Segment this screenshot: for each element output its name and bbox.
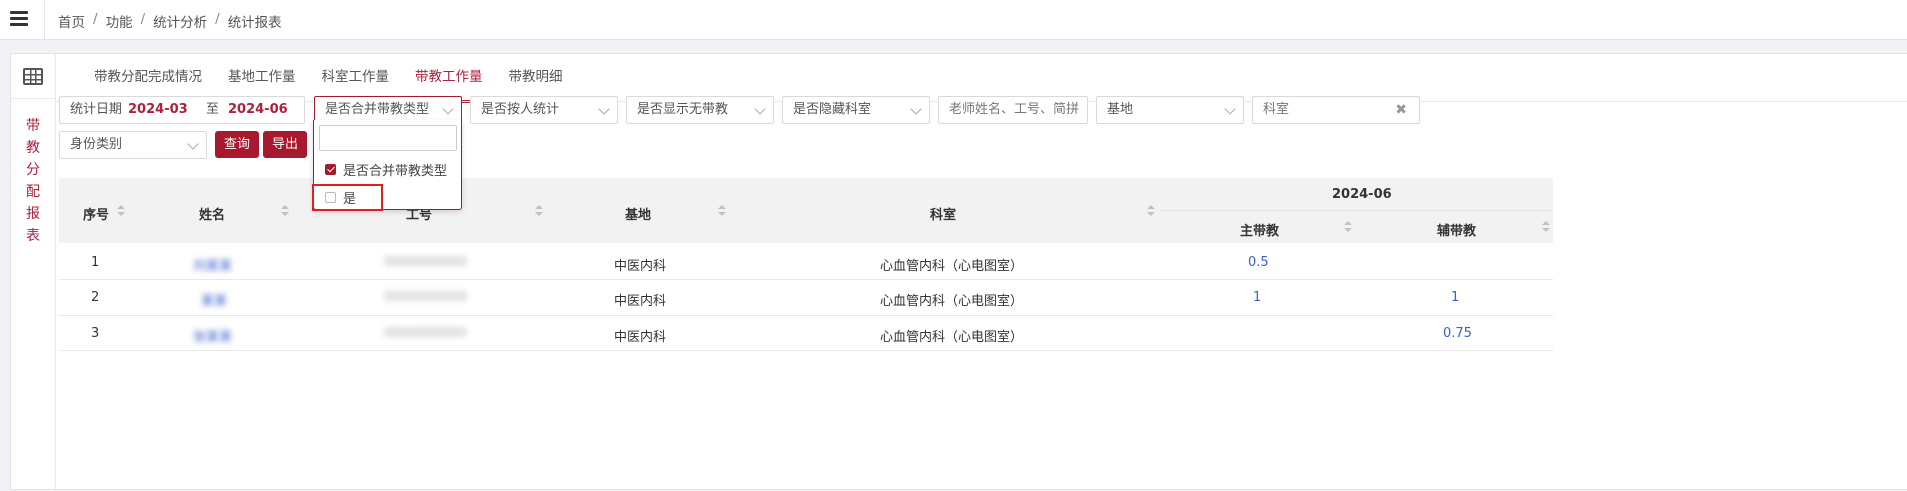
breadcrumb-function[interactable]: 功能 <box>106 11 133 31</box>
dropdown-search-input[interactable] <box>319 125 457 151</box>
cell-base: 中医内科 <box>614 259 667 274</box>
column-header-aux[interactable]: 辅带教 <box>1437 220 1476 239</box>
breadcrumb-separator: / <box>93 11 98 27</box>
merge-type-select-label: 是否合并带教类型 <box>325 102 430 117</box>
hide-dept-select[interactable]: 是否隐藏科室 <box>782 96 930 124</box>
sidebar-divider <box>11 98 56 99</box>
cell-seq: 1 <box>91 255 100 270</box>
hamburger-menu-icon[interactable] <box>10 11 28 27</box>
cell-base: 中医内科 <box>614 330 667 345</box>
teacher-search-placeholder: 老师姓名、工号、简拼 <box>949 102 1080 117</box>
chevron-down-icon <box>442 103 454 115</box>
dropdown-option[interactable]: 是否合并带教类型 <box>325 160 447 179</box>
export-button[interactable]: 导出 <box>263 131 307 158</box>
sort-icon[interactable] <box>1344 221 1352 233</box>
tab-teaching-workload[interactable]: 带教工作量 <box>402 54 496 103</box>
topbar-divider <box>44 0 45 40</box>
breadcrumb: 首页 / 功能 / 统计分析 / 统计报表 <box>58 11 282 31</box>
hide-dept-select-label: 是否隐藏科室 <box>793 102 872 117</box>
date-range-separator: 至 <box>206 102 220 117</box>
cell-main[interactable]: 0.5 <box>1248 255 1269 270</box>
cell-base: 中医内科 <box>614 294 667 309</box>
cell-seq: 3 <box>91 326 100 341</box>
tab-assignment-completion[interactable]: 带教分配完成情况 <box>81 54 215 101</box>
dropdown-option-label: 是否合并带教类型 <box>343 164 448 179</box>
sort-icon[interactable] <box>117 205 125 217</box>
table-icon[interactable] <box>23 68 43 85</box>
row-divider <box>59 279 1553 280</box>
cell-id: 0000000000 <box>384 255 467 270</box>
sort-icon[interactable] <box>1542 221 1550 233</box>
breadcrumb-separator: / <box>140 11 146 27</box>
by-person-select-label: 是否按人统计 <box>481 102 560 117</box>
column-header-dept[interactable]: 科室 <box>930 204 956 223</box>
tab-base-workload[interactable]: 基地工作量 <box>215 54 309 101</box>
highlight-box <box>312 184 383 211</box>
cell-aux[interactable]: 1 <box>1451 290 1459 305</box>
row-divider <box>59 315 1553 316</box>
cell-dept: 心血管内科（心电图室） <box>880 259 1024 274</box>
tab-teaching-detail[interactable]: 带教明细 <box>496 54 576 101</box>
report-sidebar: 带教分配报表 <box>11 54 56 491</box>
sidebar-title: 带教分配报表 <box>26 118 40 244</box>
date-from-value[interactable]: 2024-03 <box>128 102 188 117</box>
report-tabs: 带教分配完成情况 基地工作量 科室工作量 带教工作量 带教明细 <box>81 54 576 103</box>
sort-icon[interactable] <box>535 205 543 217</box>
teacher-search-input[interactable]: 老师姓名、工号、简拼 <box>938 96 1088 124</box>
sort-icon[interactable] <box>718 205 726 217</box>
breadcrumb-separator: / <box>215 11 220 27</box>
chevron-down-icon <box>1224 103 1236 115</box>
chevron-down-icon <box>910 103 922 115</box>
cell-dept: 心血管内科（心电图室） <box>880 294 1024 309</box>
column-header-base[interactable]: 基地 <box>625 204 651 223</box>
cell-id: 0000000000 <box>384 326 467 341</box>
cell-main[interactable]: 1 <box>1253 290 1261 305</box>
identity-select-label: 身份类别 <box>70 137 123 152</box>
chevron-down-icon <box>598 103 610 115</box>
column-header-seq[interactable]: 序号 <box>83 204 109 223</box>
date-range-label: 统计日期 <box>70 102 123 117</box>
header-sub-divider <box>1160 210 1553 211</box>
base-select-label: 基地 <box>1107 102 1134 117</box>
date-range-picker[interactable]: 统计日期 2024-03 至 2024-06 <box>59 96 305 124</box>
date-to-value[interactable]: 2024-06 <box>228 97 288 123</box>
show-none-select-label: 是否显示无带教 <box>637 102 729 117</box>
column-header-name[interactable]: 姓名 <box>199 204 225 223</box>
cell-aux[interactable]: 0.75 <box>1443 326 1472 341</box>
breadcrumb-stats[interactable]: 统计分析 <box>153 11 207 31</box>
tab-dept-workload[interactable]: 科室工作量 <box>309 54 403 101</box>
by-person-select[interactable]: 是否按人统计 <box>470 96 618 124</box>
chevron-down-icon <box>754 103 766 115</box>
base-select[interactable]: 基地 <box>1096 96 1244 124</box>
sort-icon[interactable] <box>281 205 289 217</box>
chevron-down-icon <box>187 138 199 150</box>
row-divider <box>59 350 1553 351</box>
checkbox-checked-icon[interactable] <box>325 164 336 175</box>
column-header-main[interactable]: 主带教 <box>1240 220 1279 239</box>
column-group-period: 2024-06 <box>1332 187 1392 202</box>
show-none-select[interactable]: 是否显示无带教 <box>626 96 774 124</box>
cell-seq: 2 <box>91 290 100 305</box>
cell-id: 0000000000 <box>384 290 467 305</box>
sort-icon[interactable] <box>1147 205 1155 217</box>
clear-icon[interactable]: ✖ <box>1395 97 1407 123</box>
query-button[interactable]: 查询 <box>215 131 259 158</box>
cell-name[interactable]: 张某某 <box>193 326 232 345</box>
cell-name[interactable]: 某某 <box>201 290 227 309</box>
dept-select[interactable]: 科室 ✖ <box>1252 96 1420 124</box>
breadcrumb-home[interactable]: 首页 <box>58 11 85 31</box>
cell-name[interactable]: 刘某某 <box>193 255 232 274</box>
breadcrumb-report: 统计报表 <box>227 15 282 31</box>
identity-select[interactable]: 身份类别 <box>59 131 207 159</box>
cell-dept: 心血管内科（心电图室） <box>880 330 1024 345</box>
top-bar: 首页 / 功能 / 统计分析 / 统计报表 <box>0 0 1907 40</box>
dept-select-label: 科室 <box>1263 102 1290 117</box>
